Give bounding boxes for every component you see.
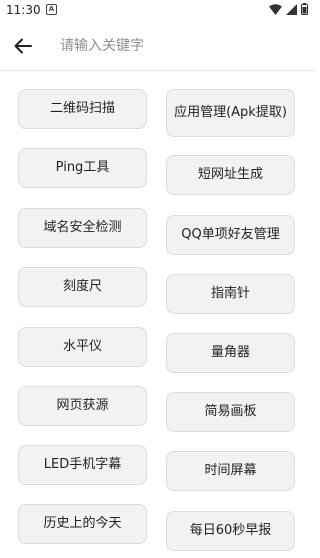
tool-button-daily-news[interactable]: 每日60秒早报 [166, 511, 295, 551]
back-arrow-icon [14, 38, 32, 54]
tool-button-level[interactable]: 水平仪 [18, 327, 147, 367]
tool-button-short-url[interactable]: 短网址生成 [166, 155, 295, 195]
status-icons [269, 3, 308, 15]
tool-button-history-today[interactable]: 历史上的今天 [18, 504, 147, 544]
search-toolbar [0, 22, 314, 71]
tool-button-qr-scan[interactable]: 二维码扫描 [18, 89, 147, 129]
tool-button-protractor[interactable]: 量角器 [166, 333, 295, 373]
tool-button-qq-friend[interactable]: QQ单项好友管理 [166, 215, 295, 255]
tool-button-domain-security[interactable]: 域名安全检测 [18, 208, 147, 248]
tool-button-drawing-board[interactable]: 简易画板 [166, 392, 295, 432]
wifi-icon [269, 3, 282, 15]
tool-button-ping[interactable]: Ping工具 [18, 148, 147, 188]
notification-icon: A [46, 4, 57, 15]
status-time: 11:30 [6, 3, 41, 17]
tool-button-compass[interactable]: 指南针 [166, 274, 295, 314]
tool-button-time-screen[interactable]: 时间屏幕 [166, 451, 295, 491]
tool-button-led-subtitle[interactable]: LED手机字幕 [18, 445, 147, 485]
tool-button-app-manager[interactable]: 应用管理(Apk提取) [166, 89, 295, 137]
battery-icon [301, 3, 308, 15]
tool-button-ruler[interactable]: 刻度尺 [18, 267, 147, 307]
status-bar: 11:30 A [0, 0, 314, 22]
tool-button-web-source[interactable]: 网页获源 [18, 386, 147, 426]
signal-icon [286, 3, 297, 15]
search-input[interactable] [60, 32, 300, 60]
back-button[interactable] [8, 32, 38, 60]
